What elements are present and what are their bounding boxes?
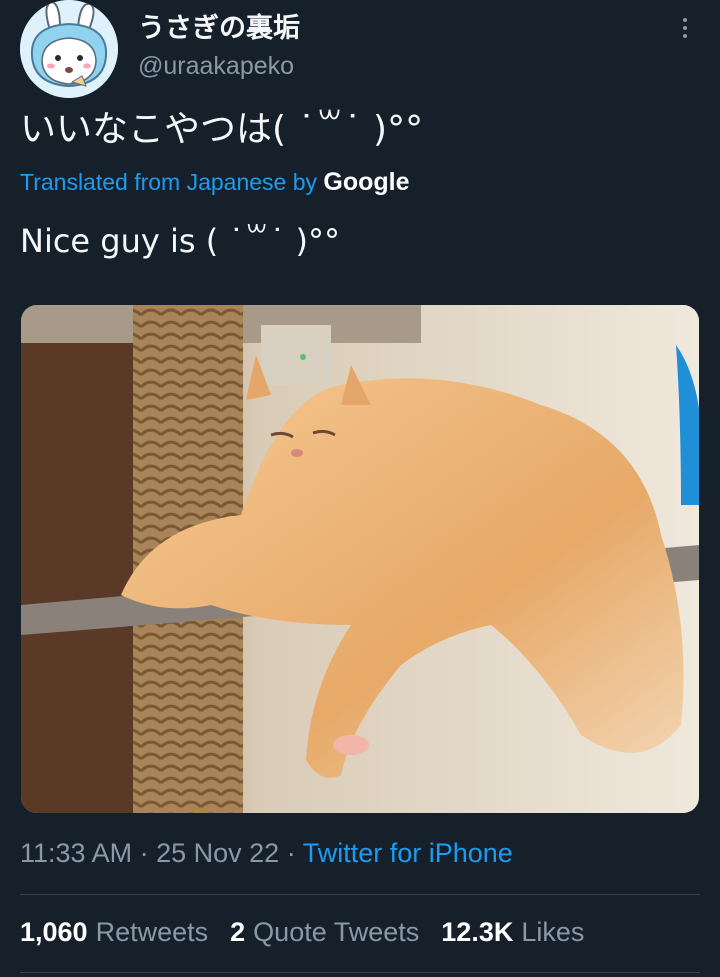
meta-separator: ·	[139, 838, 149, 868]
bunny-avatar-icon	[20, 0, 118, 98]
tweet-text: いいなこやつは( ˙꒳˙ )°°	[20, 109, 424, 150]
more-options-icon[interactable]	[670, 8, 700, 48]
likes-label: Likes	[521, 917, 585, 947]
quote-tweets-stat[interactable]: 2 Quote Tweets	[230, 917, 419, 948]
tweet-date: 25 Nov 22	[156, 838, 280, 868]
translated-label: Translated from Japanese by	[20, 169, 318, 195]
tweet-header: うさぎの裏垢 @uraakapeko	[20, 0, 700, 98]
retweets-stat[interactable]: 1,060 Retweets	[20, 917, 208, 948]
tweet-source-link[interactable]: Twitter for iPhone	[303, 838, 513, 868]
tweet-time: 11:33 AM	[20, 838, 133, 868]
display-name[interactable]: うさぎの裏垢	[138, 6, 300, 45]
retweets-count: 1,060	[20, 917, 88, 947]
retweets-label: Retweets	[95, 917, 209, 947]
likes-stat[interactable]: 12.3K Likes	[441, 917, 584, 948]
user-handle[interactable]: @uraakapeko	[138, 52, 294, 81]
tweet-stats: 1,060 Retweets 2 Quote Tweets 12.3K Likes	[20, 917, 584, 948]
quotes-label: Quote Tweets	[253, 917, 420, 947]
divider	[20, 972, 700, 973]
avatar[interactable]	[20, 0, 118, 98]
google-logo: Google	[323, 168, 410, 196]
divider	[20, 894, 700, 895]
tweet-media-photo[interactable]	[21, 305, 699, 813]
tweet-metadata: 11:33 AM · 25 Nov 22 · Twitter for iPhon…	[20, 838, 513, 869]
cat-photo	[21, 305, 699, 813]
meta-separator: ·	[286, 838, 296, 868]
translation-attribution[interactable]: Translated from Japanese by Google	[20, 168, 410, 197]
quotes-count: 2	[230, 917, 246, 947]
translated-text: Nice guy is ( ˙꒳˙ )°°	[20, 222, 341, 260]
likes-count: 12.3K	[441, 917, 514, 947]
